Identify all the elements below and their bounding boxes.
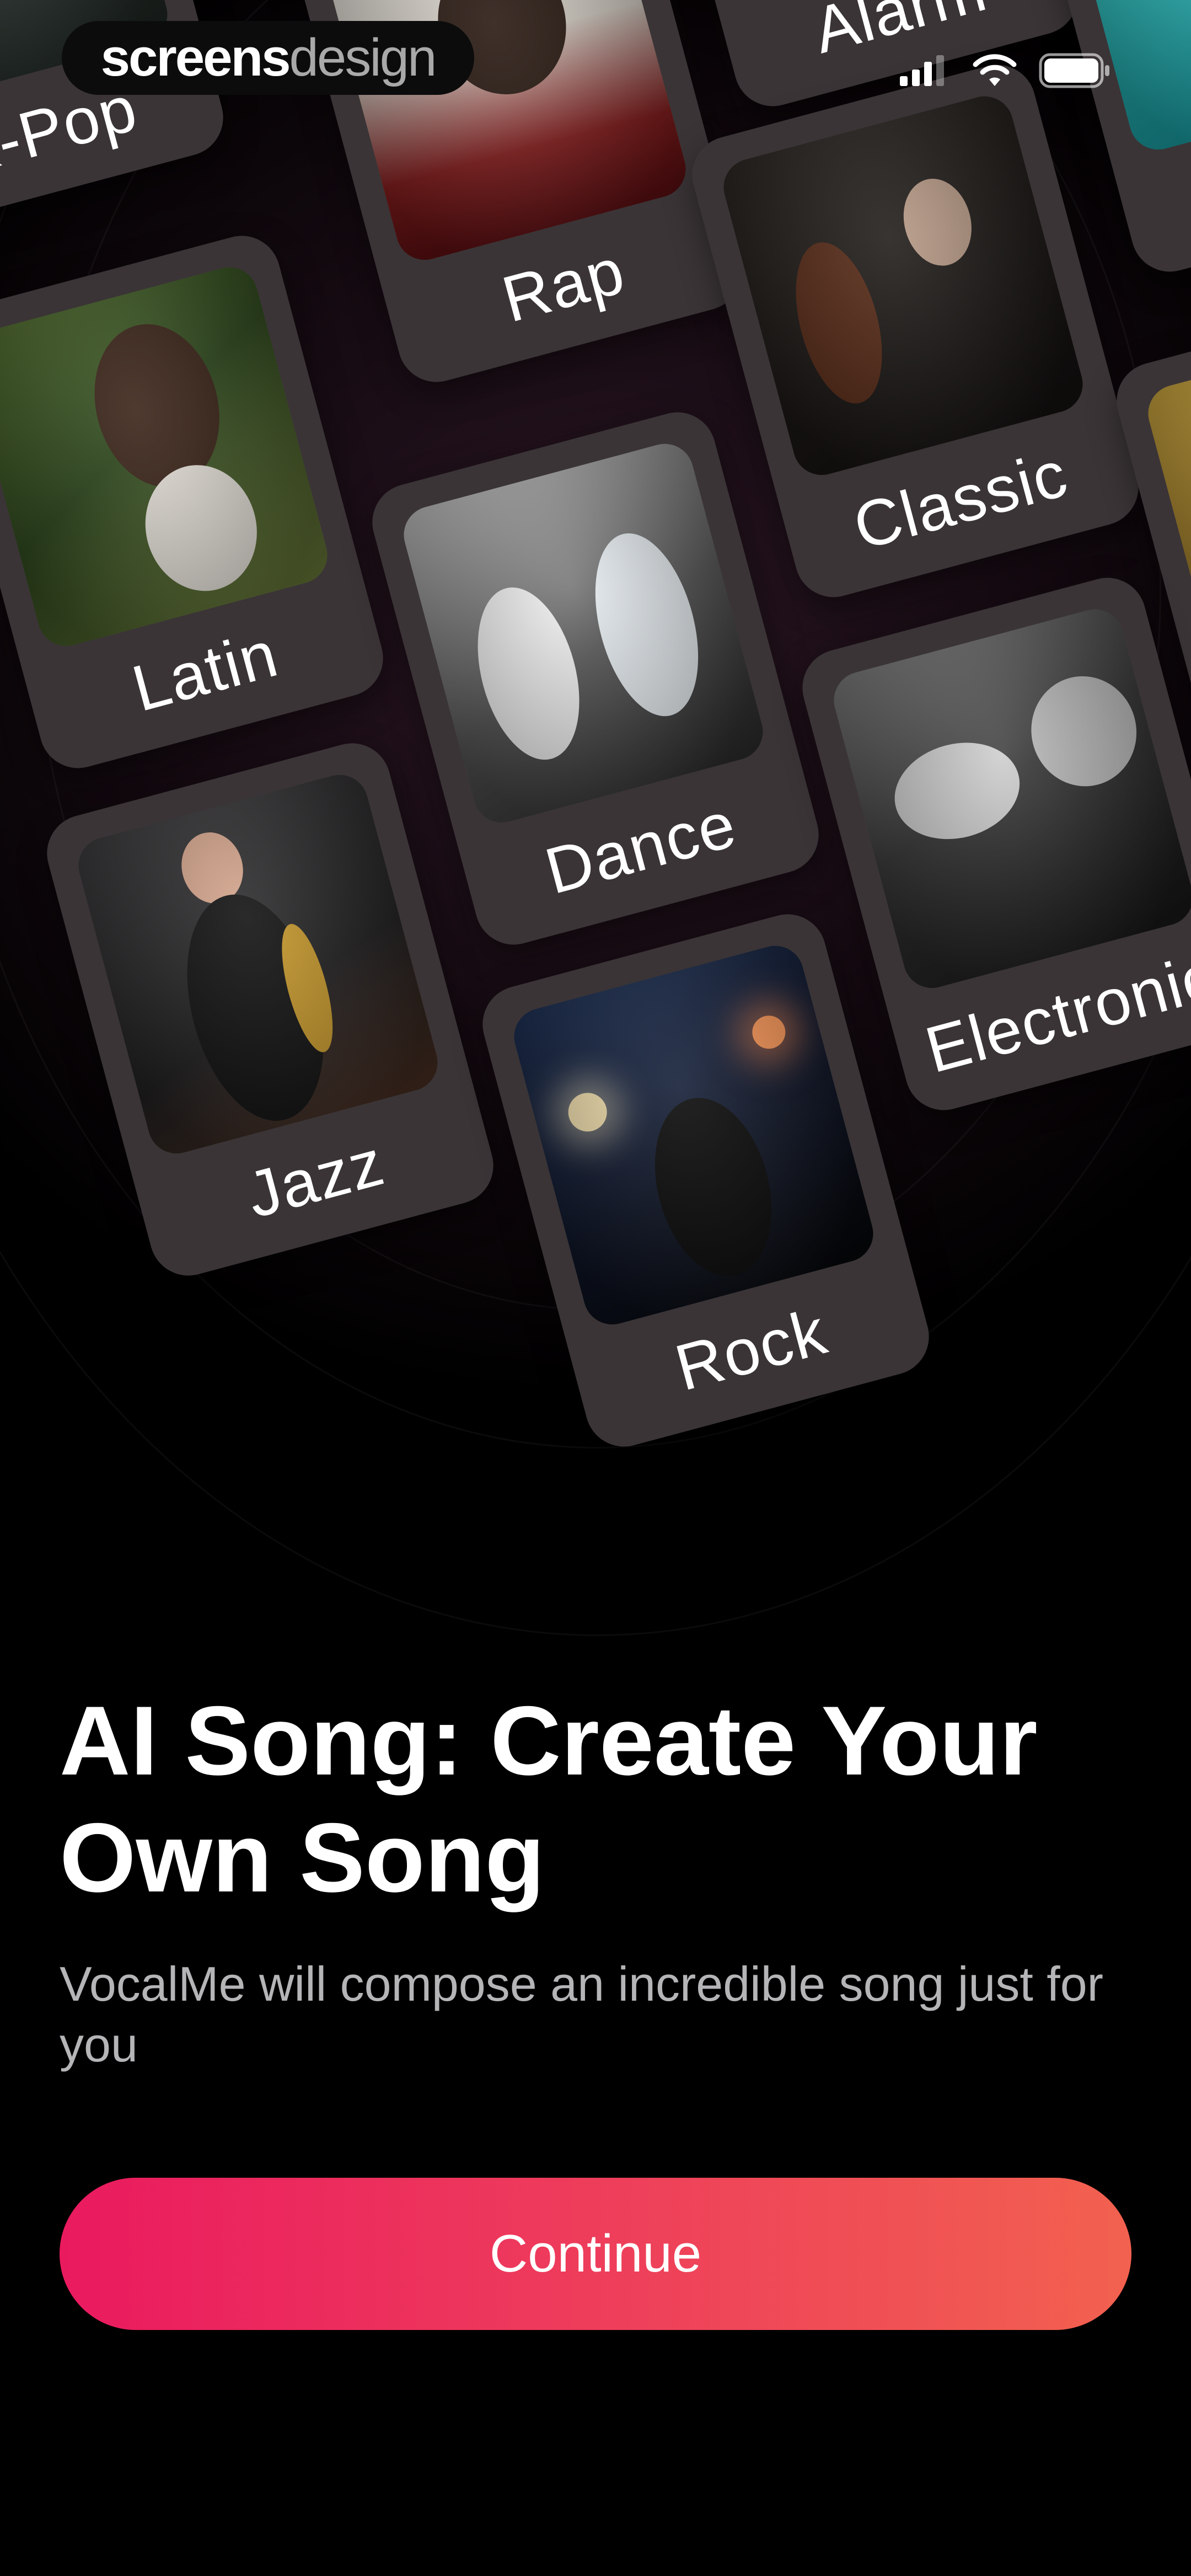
signal-icon bbox=[900, 55, 944, 86]
wifi-icon bbox=[973, 54, 1017, 86]
electronic-photo bbox=[827, 603, 1191, 995]
classic-photo bbox=[717, 90, 1090, 482]
onboarding-title: AI Song: Create Your Own Song bbox=[60, 1686, 1038, 1912]
watermark-part2: design bbox=[289, 28, 437, 87]
screensdesign-watermark: screens design bbox=[62, 21, 474, 95]
latin-photo bbox=[0, 261, 334, 653]
onboarding-subtitle: VocalMe will compose an incredible song … bbox=[60, 1957, 1103, 2072]
watermark-part1: screens bbox=[100, 28, 291, 87]
status-bar bbox=[899, 49, 1110, 93]
jazz-photo bbox=[72, 768, 444, 1160]
continue-button[interactable]: Continue bbox=[60, 2178, 1131, 2330]
genre-collage: K-Pop Rap Alarm Latin Classic Dance Jazz… bbox=[0, 0, 1191, 1655]
rock-photo bbox=[507, 939, 880, 1331]
dance-photo bbox=[397, 437, 770, 829]
battery-icon bbox=[1039, 53, 1109, 88]
